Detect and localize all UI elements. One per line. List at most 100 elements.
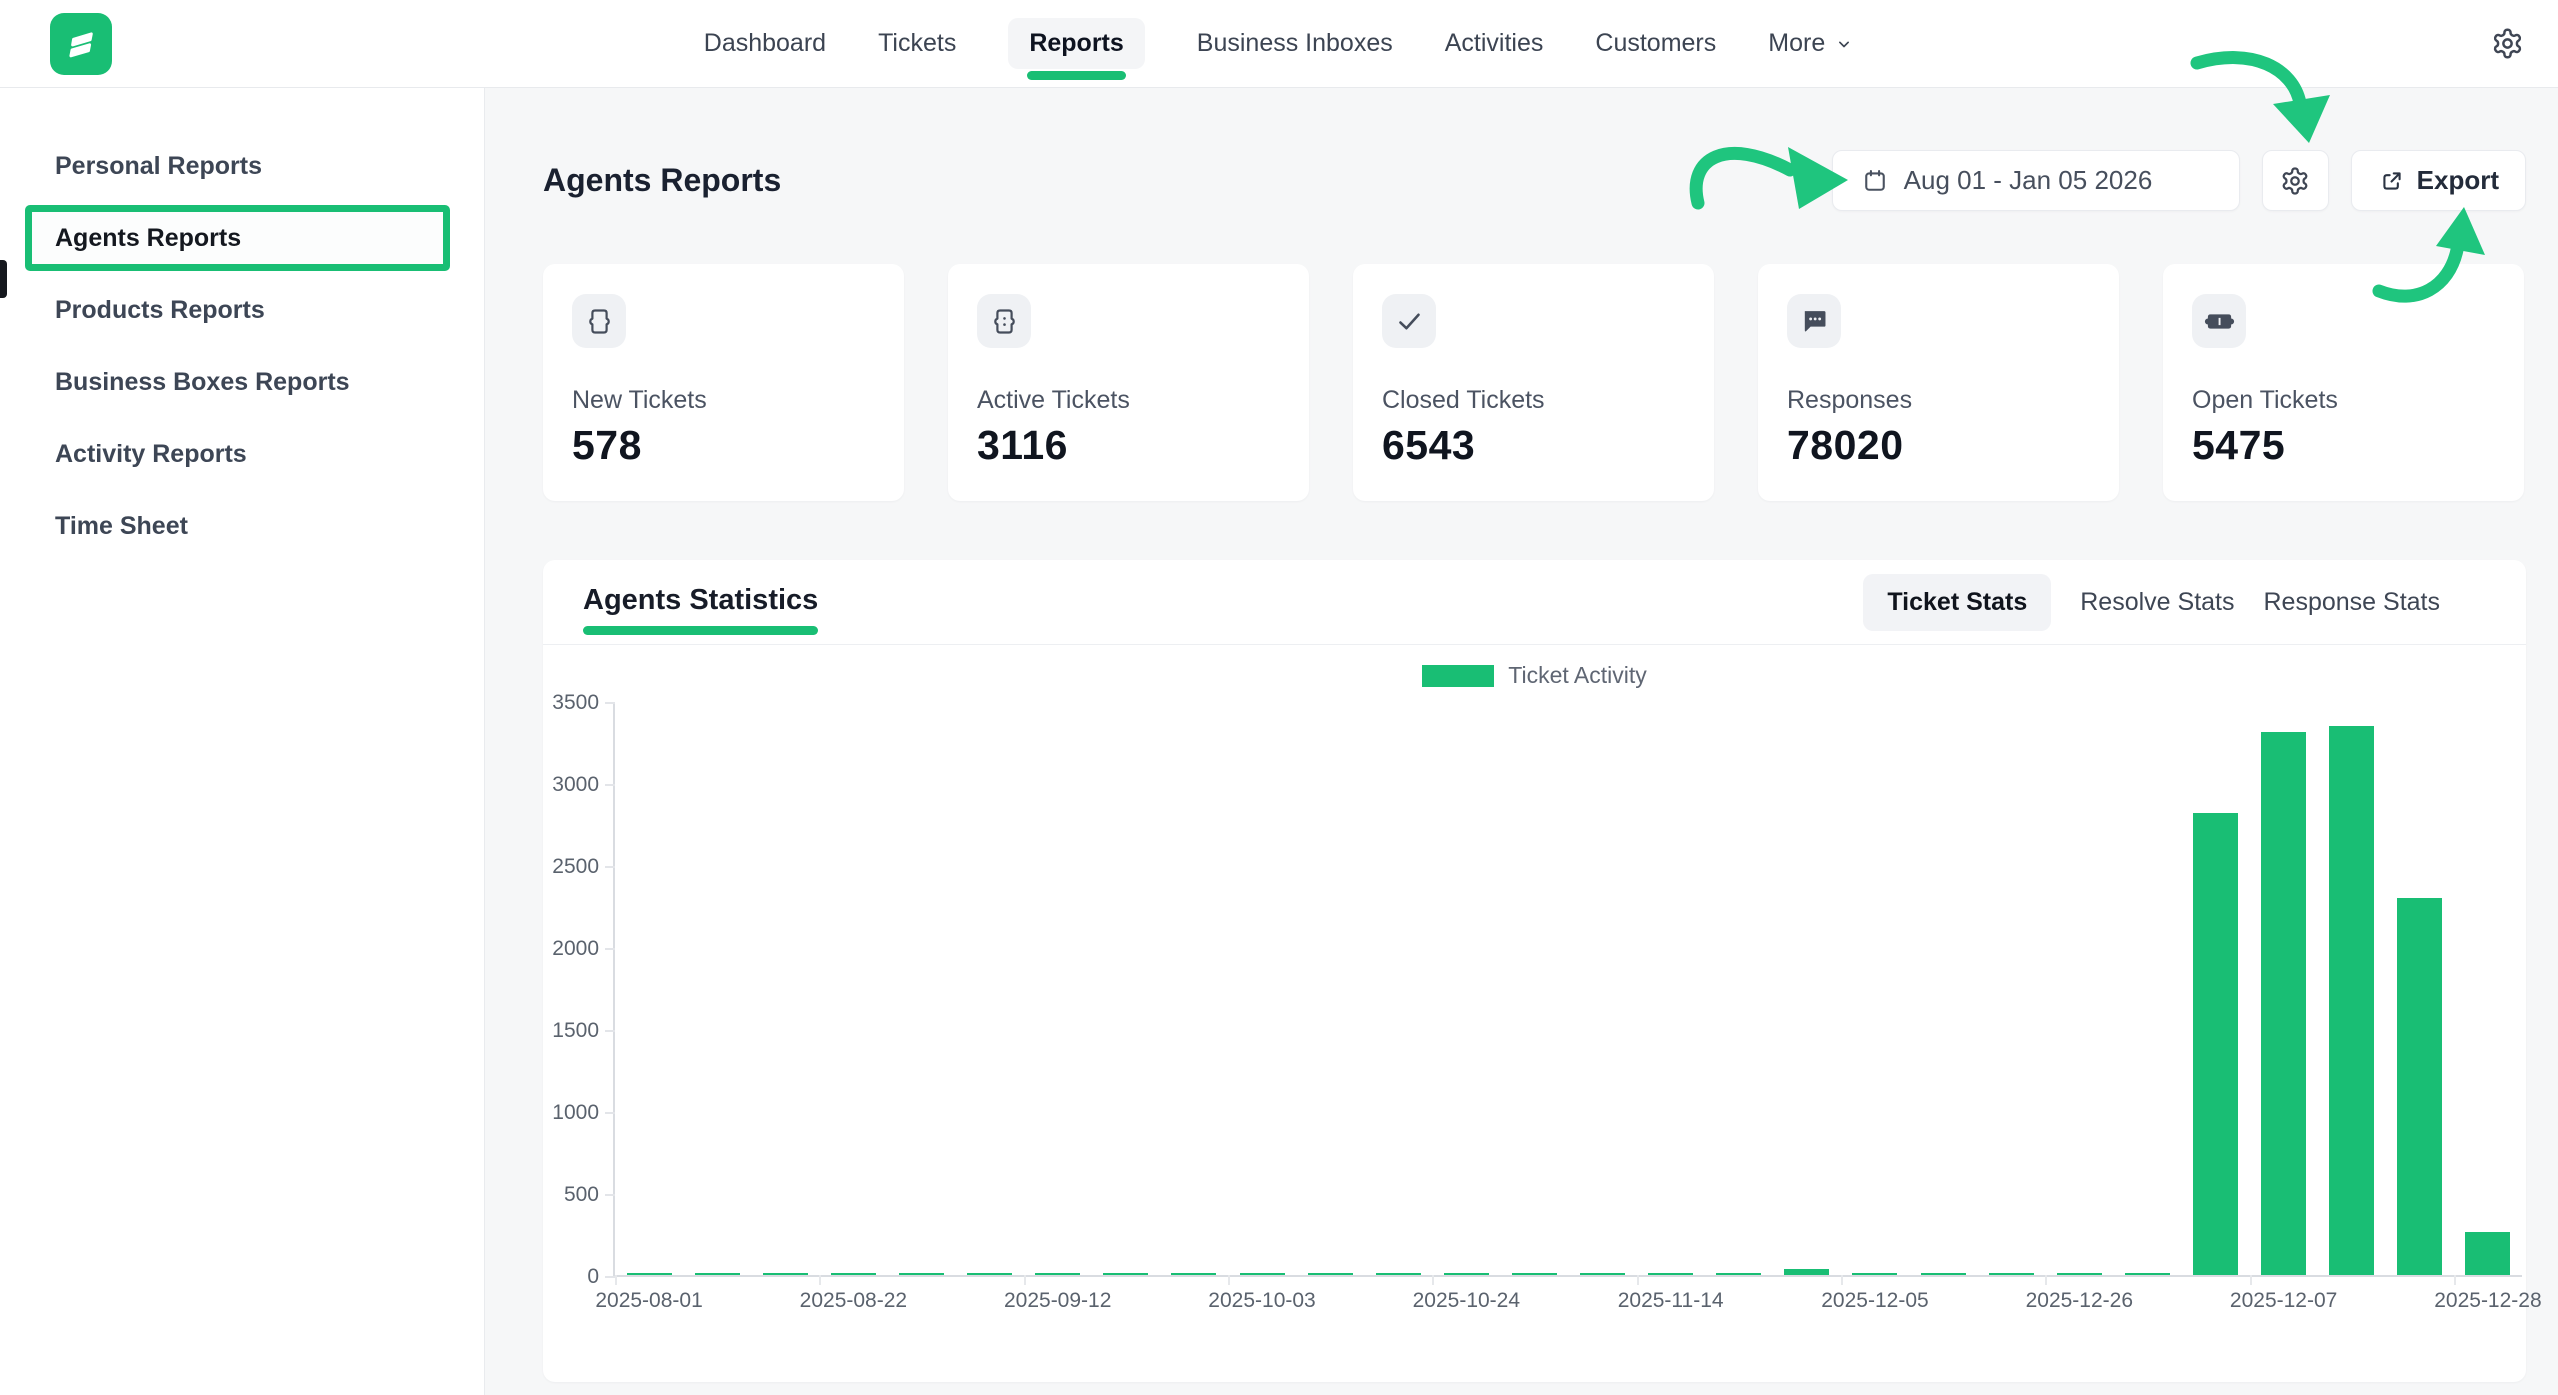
x-axis-tick-label: 2025-12-28 [2434,1289,2541,1313]
nav-item-label: Reports [1029,29,1123,58]
legend-swatch [1422,665,1494,687]
y-axis-tick-label: 2500 [552,855,599,879]
chart-bar [1921,1273,1966,1275]
chart-bar [831,1273,876,1275]
export-icon [2378,167,2406,195]
nav-item-more[interactable]: More [1768,29,1854,58]
gear-icon [2280,166,2310,196]
nav-item-label: More [1768,29,1825,58]
date-range-value: Aug 01 - Jan 05 2026 [1904,165,2153,196]
sidebar-item-label: Personal Reports [55,152,262,181]
top-navigation-bar: Dashboard Tickets Reports Business Inboxes A… [0,0,2558,88]
x-axis-tick [2045,1275,2047,1285]
tab-resolve-stats[interactable]: Resolve Stats [2080,588,2234,617]
agents-statistics-panel: Agents Statistics Ticket Stats Resolve St… [543,560,2526,1382]
stat-card-label: Closed Tickets [1382,386,1685,415]
stat-card-open-tickets: Open Tickets5475 [2163,264,2524,501]
chart-bar [2261,732,2306,1275]
legend-label: Ticket Activity [1508,662,1646,689]
x-axis-tick [1841,1275,1843,1285]
stat-card-value: 3116 [977,422,1280,469]
chart-bar [1784,1269,1829,1275]
sidebar-item-activity-reports[interactable]: Activity Reports [0,418,484,490]
stat-card-label: Open Tickets [2192,386,2495,415]
x-axis-tick-label: 2025-08-01 [595,1289,702,1313]
nav-item-activities[interactable]: Activities [1445,29,1544,58]
sidebar-item-personal-reports[interactable]: Personal Reports [0,130,484,202]
x-axis-tick [1024,1275,1026,1285]
chart-bar [2329,726,2374,1275]
panel-title-underline [583,626,818,635]
sidebar-item-label: Time Sheet [55,512,188,541]
main-nav: Dashboard Tickets Reports Business Inboxes A… [704,18,1854,69]
main-content: Agents Reports Aug 01 - Jan 05 2026 [485,88,2558,1395]
active-item-edge-indicator [0,260,7,298]
nav-item-label: Customers [1595,29,1716,58]
fluent-support-logo[interactable] [50,13,112,75]
ticket-stub-icon [977,294,1031,348]
chart-bar [1171,1273,1216,1275]
chart-bar [1035,1273,1080,1275]
nav-item-dashboard[interactable]: Dashboard [704,29,826,58]
stat-card-closed-tickets: Closed Tickets 6543 [1353,264,1714,501]
sidebar-list: Personal Reports Agents Reports Products R… [0,130,484,562]
stat-card-label: Responses [1787,386,2090,415]
logo-glyph [71,34,92,56]
y-axis-tick [605,702,615,704]
chart-bar [1852,1273,1897,1275]
report-settings-button[interactable] [2262,150,2329,211]
nav-item-label: Dashboard [704,29,826,58]
stat-card-label: Active Tickets [977,386,1280,415]
nav-item-label: Activities [1445,29,1544,58]
y-axis-tick [605,1194,615,1196]
gear-icon[interactable] [2491,27,2524,60]
chart-bar [1989,1273,2034,1275]
ticket-filled-icon [2192,294,2246,348]
stat-card-label: New Tickets [572,386,875,415]
chart-bar [1376,1273,1421,1275]
y-axis-tick [605,1112,615,1114]
chart-bar [763,1273,808,1275]
nav-item-tickets[interactable]: Tickets [878,29,956,58]
tab-ticket-stats[interactable]: Ticket Stats [1863,574,2051,631]
x-axis-tick-label: 2025-10-24 [1413,1289,1520,1313]
chart-legend: Ticket Activity [543,662,2526,689]
y-axis-tick-label: 1500 [552,1019,599,1043]
x-axis-tick [1228,1275,1230,1285]
nav-item-business-inboxes[interactable]: Business Inboxes [1197,29,1393,58]
chart-bar [2125,1273,2170,1275]
stat-card-value: 6543 [1382,422,1685,469]
x-axis-tick [615,1275,617,1285]
y-axis-tick [605,948,615,950]
nav-item-customers[interactable]: Customers [1595,29,1716,58]
sidebar-item-business-boxes-reports[interactable]: Business Boxes Reports [0,346,484,418]
y-axis-tick [605,1030,615,1032]
y-axis-tick [605,784,615,786]
export-button[interactable]: Export [2351,150,2526,211]
sidebar-item-time-sheet[interactable]: Time Sheet [0,490,484,562]
sidebar-item-label: Products Reports [55,296,265,325]
sidebar-item-label: Business Boxes Reports [55,368,350,397]
chevron-down-icon [1834,34,1854,54]
stat-card-value: 578 [572,422,875,469]
sidebar-item-label: Agents Reports [55,224,241,253]
x-axis-tick-label: 2025-10-03 [1208,1289,1315,1313]
chart-bar [1103,1273,1148,1275]
check-icon [1382,294,1436,348]
sidebar-item-products-reports[interactable]: Products Reports [0,274,484,346]
sidebar-item-agents-reports[interactable]: Agents Reports [25,205,450,271]
nav-item-reports[interactable]: Reports [1008,18,1144,69]
x-axis-tick [1432,1275,1434,1285]
chart-bar [1648,1273,1693,1275]
ticket-activity-bar-chart: 05001000150020002500300035002025-08-0120… [613,703,2522,1277]
x-axis-tick [819,1275,821,1285]
y-axis-tick [605,866,615,868]
stat-card-responses: Responses78020 [1758,264,2119,501]
nav-item-label: Tickets [878,29,956,58]
sidebar-item-label: Activity Reports [55,440,247,469]
date-range-picker[interactable]: Aug 01 - Jan 05 2026 [1832,150,2240,211]
stat-card-active-tickets: Active Tickets 3116 [948,264,1309,501]
panel-title: Agents Statistics [583,584,818,617]
stat-card-new-tickets: New Tickets 578 [543,264,904,501]
tab-response-stats[interactable]: Response Stats [2264,588,2441,617]
